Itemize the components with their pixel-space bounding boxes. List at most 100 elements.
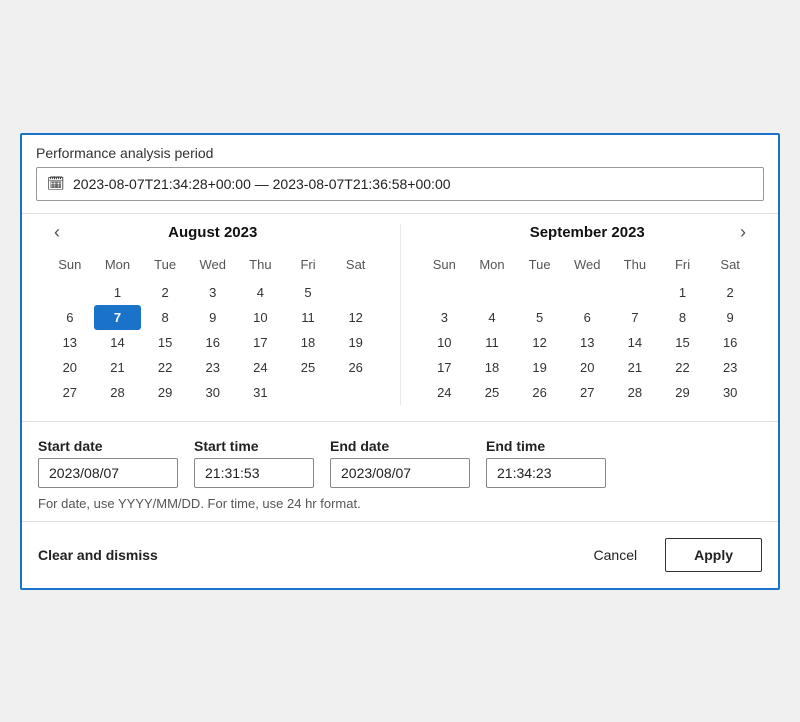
calendar-day[interactable]: 10: [237, 305, 285, 330]
calendar-day[interactable]: 12: [516, 330, 564, 355]
table-row: 17181920212223: [421, 355, 755, 380]
end-date-group: End date: [330, 438, 470, 488]
calendar-day[interactable]: 29: [659, 380, 707, 405]
aug-th-fri: Fri: [284, 253, 332, 280]
calendar-day[interactable]: 31: [237, 380, 285, 405]
calendar-day: [563, 280, 611, 305]
calendar-area: ‹ August 2023 Sun Mon Tue Wed Thu Fri Sa…: [22, 213, 778, 421]
cancel-button[interactable]: Cancel: [582, 539, 650, 571]
inputs-row: Start date Start time End date End time: [38, 438, 762, 488]
calendar-day[interactable]: 26: [516, 380, 564, 405]
calendar-day[interactable]: 24: [421, 380, 469, 405]
table-row: 12345: [46, 280, 380, 305]
calendar-day[interactable]: 8: [659, 305, 707, 330]
calendar-day[interactable]: 6: [46, 305, 94, 330]
start-time-group: Start time: [194, 438, 314, 488]
calendar-day[interactable]: 27: [563, 380, 611, 405]
calendar-day[interactable]: 21: [611, 355, 659, 380]
calendar-day[interactable]: 11: [284, 305, 332, 330]
start-time-input[interactable]: [194, 458, 314, 488]
calendar-day[interactable]: 30: [706, 380, 754, 405]
calendar-day[interactable]: 29: [141, 380, 189, 405]
table-row: 24252627282930: [421, 380, 755, 405]
calendar-day[interactable]: 20: [46, 355, 94, 380]
format-hint: For date, use YYYY/MM/DD. For time, use …: [38, 496, 762, 511]
next-month-button[interactable]: ›: [732, 221, 754, 243]
aug-th-tue: Tue: [141, 253, 189, 280]
calendar-day[interactable]: 2: [141, 280, 189, 305]
apply-button[interactable]: Apply: [665, 538, 762, 572]
clear-dismiss-button[interactable]: Clear and dismiss: [38, 539, 158, 571]
calendar-day[interactable]: 18: [284, 330, 332, 355]
calendar-day[interactable]: 1: [659, 280, 707, 305]
calendar-day[interactable]: 17: [237, 330, 285, 355]
calendar-day[interactable]: 19: [332, 330, 380, 355]
calendar-day[interactable]: 13: [46, 330, 94, 355]
calendar-day[interactable]: 20: [563, 355, 611, 380]
calendar-day[interactable]: 18: [468, 355, 516, 380]
end-date-input[interactable]: [330, 458, 470, 488]
calendar-day[interactable]: 23: [706, 355, 754, 380]
sep-th-sun: Sun: [421, 253, 469, 280]
calendar-day[interactable]: 27: [46, 380, 94, 405]
calendar-day[interactable]: 7: [94, 305, 142, 330]
calendar-day[interactable]: 8: [141, 305, 189, 330]
calendar-september: September 2023 › Sun Mon Tue Wed Thu Fri…: [401, 224, 763, 405]
calendar-day[interactable]: 3: [421, 305, 469, 330]
table-row: 12: [421, 280, 755, 305]
start-date-input[interactable]: [38, 458, 178, 488]
calendar-day[interactable]: 23: [189, 355, 237, 380]
calendar-day[interactable]: 13: [563, 330, 611, 355]
aug-th-mon: Mon: [94, 253, 142, 280]
calendar-day[interactable]: 15: [141, 330, 189, 355]
calendar-day[interactable]: 28: [94, 380, 142, 405]
calendar-day[interactable]: 14: [94, 330, 142, 355]
calendar-day[interactable]: 15: [659, 330, 707, 355]
calendar-day[interactable]: 19: [516, 355, 564, 380]
calendar-day[interactable]: 9: [706, 305, 754, 330]
calendar-day[interactable]: 21: [94, 355, 142, 380]
calendar-day[interactable]: 5: [516, 305, 564, 330]
calendar-day[interactable]: 24: [237, 355, 285, 380]
aug-th-sat: Sat: [332, 253, 380, 280]
calendar-day[interactable]: 22: [141, 355, 189, 380]
calendar-day[interactable]: 1: [94, 280, 142, 305]
calendar-day[interactable]: 3: [189, 280, 237, 305]
sep-th-mon: Mon: [468, 253, 516, 280]
table-row: 13141516171819: [46, 330, 380, 355]
calendar-day[interactable]: 12: [332, 305, 380, 330]
calendar-day[interactable]: 9: [189, 305, 237, 330]
calendar-day[interactable]: 7: [611, 305, 659, 330]
prev-month-button[interactable]: ‹: [46, 221, 68, 243]
end-time-input[interactable]: [486, 458, 606, 488]
end-date-label: End date: [330, 438, 470, 454]
calendar-day[interactable]: 11: [468, 330, 516, 355]
calendar-day[interactable]: 10: [421, 330, 469, 355]
calendar-day[interactable]: 4: [468, 305, 516, 330]
calendar-day[interactable]: 28: [611, 380, 659, 405]
calendar-day: [611, 280, 659, 305]
september-grid: Sun Mon Tue Wed Thu Fri Sat 123456789101…: [421, 253, 755, 405]
calendar-day[interactable]: 22: [659, 355, 707, 380]
sep-th-thu: Thu: [611, 253, 659, 280]
calendar-day[interactable]: 6: [563, 305, 611, 330]
september-day-headers: Sun Mon Tue Wed Thu Fri Sat: [421, 253, 755, 280]
calendar-day[interactable]: 25: [468, 380, 516, 405]
calendar-day[interactable]: 5: [284, 280, 332, 305]
calendar-day[interactable]: 14: [611, 330, 659, 355]
inputs-area: Start date Start time End date End time …: [22, 421, 778, 521]
end-time-group: End time: [486, 438, 606, 488]
calendar-day[interactable]: 16: [189, 330, 237, 355]
calendar-day[interactable]: 25: [284, 355, 332, 380]
calendar-day[interactable]: 17: [421, 355, 469, 380]
table-row: 20212223242526: [46, 355, 380, 380]
date-range-display: 2023-08-07T21:34:28+00:00 — 2023-08-07T2…: [73, 176, 451, 192]
calendar-day[interactable]: 2: [706, 280, 754, 305]
calendar-day[interactable]: 16: [706, 330, 754, 355]
calendar-day: [516, 280, 564, 305]
start-date-label: Start date: [38, 438, 178, 454]
calendar-day[interactable]: 4: [237, 280, 285, 305]
calendar-day[interactable]: 30: [189, 380, 237, 405]
calendar-day[interactable]: 26: [332, 355, 380, 380]
table-row: 6789101112: [46, 305, 380, 330]
